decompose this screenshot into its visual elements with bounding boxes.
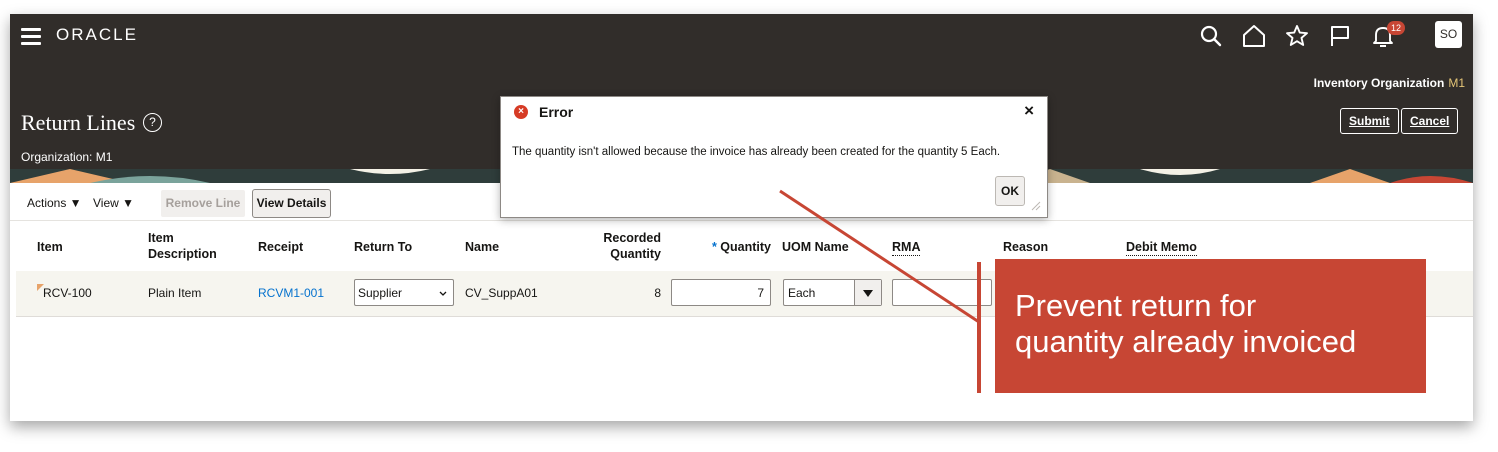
callout-accent-bar <box>977 262 981 393</box>
callout-line: quantity already invoiced <box>1015 324 1357 359</box>
callout-box: Prevent return for quantity already invo… <box>995 259 1426 393</box>
callout-line: Prevent return for <box>1015 288 1257 323</box>
